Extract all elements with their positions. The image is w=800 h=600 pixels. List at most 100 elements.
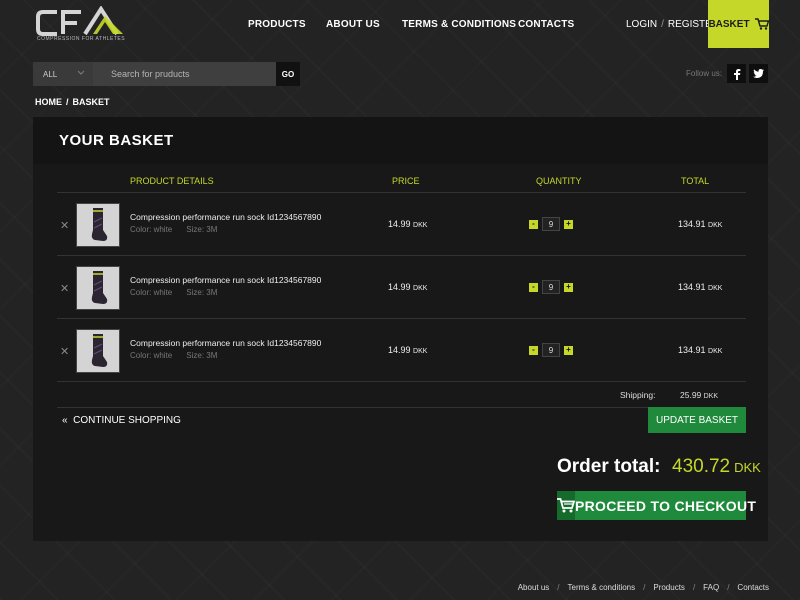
basket-label: BASKET (708, 18, 750, 30)
decrease-quantity-button[interactable]: - (529, 282, 538, 292)
unit-price-currency: DKK (413, 348, 428, 355)
remove-item-button[interactable]: ✕ (60, 345, 69, 358)
search-category-select[interactable]: ALL (33, 62, 93, 86)
sock-image (77, 330, 119, 372)
decrease-quantity-button[interactable]: - (529, 219, 538, 229)
line-total-value: 134.91 (678, 219, 706, 229)
column-header-price: PRICE (392, 176, 420, 186)
quantity-stepper: - + (529, 343, 573, 357)
nav-terms-conditions[interactable]: TERMS & CONDITIONS (402, 19, 516, 30)
page-title: YOUR BASKET (59, 132, 174, 149)
line-total: 134.91 DKK (678, 345, 722, 355)
product-thumbnail[interactable] (76, 266, 120, 310)
update-basket-button[interactable]: UPDATE BASKET (648, 407, 746, 433)
product-thumbnail[interactable] (76, 329, 120, 373)
increase-quantity-button[interactable]: + (564, 282, 573, 292)
nav-contacts[interactable]: CONTACTS (518, 19, 574, 30)
line-total-currency: DKK (708, 222, 723, 229)
breadcrumb: HOME / BASKET (35, 97, 110, 107)
continue-shopping-link[interactable]: « CONTINUE SHOPPING (62, 415, 181, 426)
shipping-amount: 25.99 (680, 390, 702, 400)
continue-shopping-label: CONTINUE SHOPPING (73, 415, 181, 426)
login-link[interactable]: LOGIN (626, 19, 657, 30)
proceed-to-checkout-button[interactable]: PROCEED TO CHECKOUT (557, 491, 756, 520)
breadcrumb-home[interactable]: HOME (35, 97, 62, 107)
footer-link-faq[interactable]: FAQ (703, 583, 719, 592)
facebook-button[interactable] (727, 64, 746, 83)
product-name[interactable]: Compression performance run sock Id12345… (130, 212, 321, 222)
site-header: COMPRESSION FOR ATHLETES PRODUCTS ABOUT … (0, 0, 800, 48)
unit-price: 14.99 DKK (388, 282, 427, 292)
product-meta: Color: white Size: 3M (130, 225, 217, 234)
product-name[interactable]: Compression performance run sock Id12345… (130, 338, 321, 348)
remove-item-button[interactable]: ✕ (60, 282, 69, 295)
shipping-value: 25.99 DKK (680, 390, 718, 400)
line-total: 134.91 DKK (678, 282, 722, 292)
search-category-value: ALL (43, 69, 58, 79)
shipping-label: Shipping: (620, 390, 656, 400)
footer-separator: / (643, 583, 646, 592)
sock-image (77, 267, 119, 309)
double-chevron-left-icon: « (62, 415, 68, 426)
column-header-total: TOTAL (681, 176, 710, 186)
facebook-icon (733, 68, 740, 80)
search-go-button[interactable]: GO (276, 62, 300, 86)
product-meta: Color: white Size: 3M (130, 351, 217, 360)
order-total-label: Order total: (557, 456, 661, 477)
order-total-currency: DKK (734, 460, 761, 475)
product-color: Color: white (130, 225, 173, 234)
increase-quantity-button[interactable]: + (564, 345, 573, 355)
basket-button[interactable]: BASKET (708, 0, 769, 48)
footer-link-products[interactable]: Products (653, 583, 685, 592)
unit-price-value: 14.99 (388, 345, 411, 355)
breadcrumb-separator: / (66, 97, 69, 107)
product-color: Color: white (130, 288, 173, 297)
divider (57, 407, 746, 408)
product-name[interactable]: Compression performance run sock Id12345… (130, 275, 321, 285)
column-header-quantity: QUANTITY (536, 176, 582, 186)
nav-products[interactable]: PRODUCTS (248, 19, 306, 30)
product-meta: Color: white Size: 3M (130, 288, 217, 297)
footer-link-contacts[interactable]: Contacts (737, 583, 769, 592)
cart-icon (557, 498, 575, 513)
line-total-value: 134.91 (678, 282, 706, 292)
quantity-input[interactable] (542, 217, 560, 231)
basket-row: ✕ Compression performance run sock Id123… (33, 193, 768, 255)
divider (57, 381, 746, 382)
quantity-input[interactable] (542, 280, 560, 294)
basket-row: ✕ Compression performance run sock Id123… (33, 256, 768, 318)
order-total-amount: 430.72 (672, 456, 731, 477)
remove-item-button[interactable]: ✕ (60, 219, 69, 232)
quantity-input[interactable] (542, 343, 560, 357)
search-input[interactable] (93, 62, 276, 86)
cart-icon (754, 18, 769, 30)
auth-separator: / (661, 19, 664, 30)
shipping-currency: DKK (703, 393, 719, 400)
sock-image (77, 204, 119, 246)
unit-price: 14.99 DKK (388, 219, 427, 229)
basket-panel-header: YOUR BASKET (33, 117, 768, 164)
product-color: Color: white (130, 351, 173, 360)
quantity-stepper: - + (529, 217, 573, 231)
product-thumbnail[interactable] (76, 203, 120, 247)
product-size: Size: 3M (186, 225, 218, 234)
order-total-value: 430.72 DKK (672, 456, 761, 478)
increase-quantity-button[interactable]: + (564, 219, 573, 229)
search-bar: ALL GO (33, 62, 300, 86)
twitter-button[interactable] (749, 64, 768, 83)
product-size: Size: 3M (186, 288, 218, 297)
unit-price-value: 14.99 (388, 282, 411, 292)
quantity-stepper: - + (529, 280, 573, 294)
unit-price-currency: DKK (413, 222, 428, 229)
unit-price-value: 14.99 (388, 219, 411, 229)
line-total-currency: DKK (708, 285, 723, 292)
twitter-icon (753, 69, 764, 78)
decrease-quantity-button[interactable]: - (529, 345, 538, 355)
footer-separator: / (692, 583, 696, 592)
auth-links: LOGIN / REGISTER (626, 19, 719, 30)
footer-link-terms[interactable]: Terms & conditions (568, 583, 636, 592)
nav-about-us[interactable]: ABOUT US (326, 19, 380, 30)
follow-us-label: Follow us: (686, 69, 723, 78)
column-header-details: PRODUCT DETAILS (130, 176, 214, 186)
footer-link-about-us[interactable]: About us (518, 583, 550, 592)
